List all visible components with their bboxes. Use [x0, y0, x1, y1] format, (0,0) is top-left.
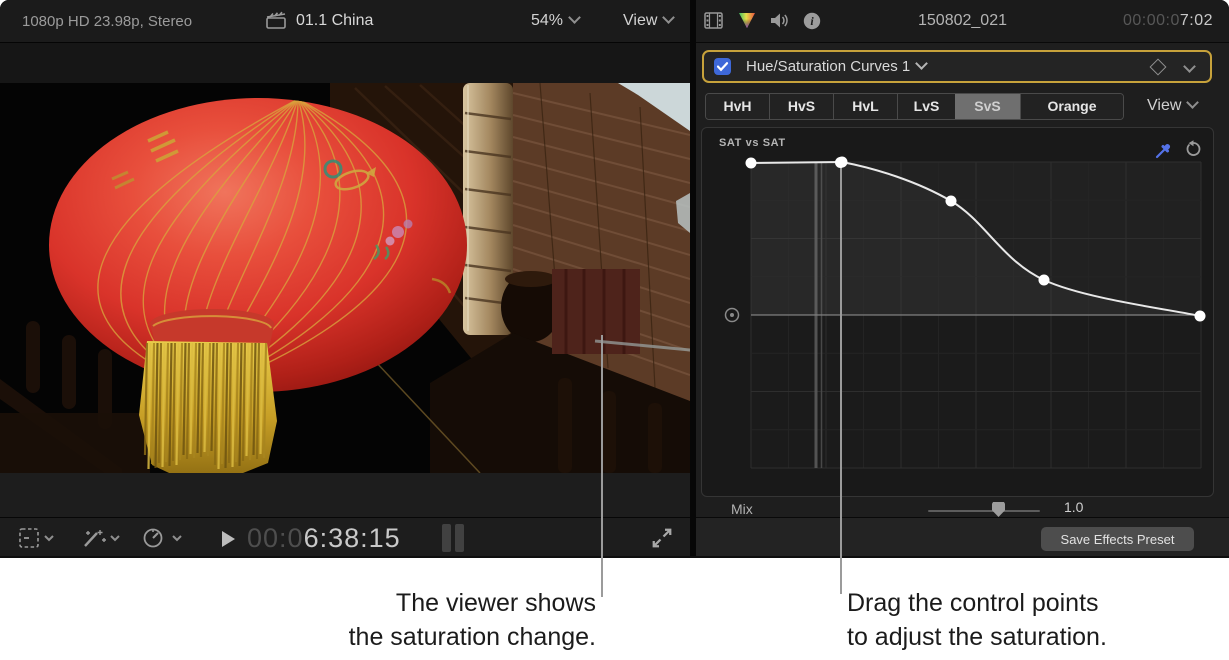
- viewer-toolbar: 00:06:38:15: [0, 517, 690, 558]
- play-button[interactable]: [222, 531, 235, 547]
- curve-title: SAT vs SAT: [719, 137, 786, 149]
- viewer-zoom-menu[interactable]: 54%: [531, 12, 579, 30]
- keyframe-diamond-icon[interactable]: [1150, 59, 1167, 76]
- window-bottom-edge: [0, 556, 1229, 558]
- viewer-pane: 1080p HD 23.98p, Stereo 01.1 China 54% V…: [0, 0, 690, 558]
- curve-editor[interactable]: [702, 128, 1213, 496]
- audio-meter-left[interactable]: [442, 524, 451, 552]
- viewer-view-menu[interactable]: View: [623, 12, 673, 30]
- chevron-down-icon: [568, 11, 581, 24]
- tab-orange[interactable]: Orange: [1020, 94, 1123, 119]
- mix-slider-track[interactable]: [928, 510, 1040, 512]
- tab-hvl[interactable]: HvL: [833, 94, 897, 119]
- mix-parameter-row: Mix 1.0: [696, 497, 1229, 517]
- clip-format-label: 1080p HD 23.98p, Stereo: [22, 13, 192, 30]
- sat-vs-sat-curve-panel: SAT vs SAT: [701, 127, 1214, 497]
- effect-row-hue-saturation-curves[interactable]: Hue/Saturation Curves 1: [702, 50, 1212, 83]
- viewer-clip-title: 01.1 China: [296, 12, 373, 30]
- mix-label: Mix: [731, 501, 753, 517]
- reset-curve-icon[interactable]: [1184, 140, 1202, 163]
- viewer-header: 1080p HD 23.98p, Stereo 01.1 China 54% V…: [0, 0, 690, 43]
- effect-name-menu[interactable]: Hue/Saturation Curves 1: [746, 58, 926, 75]
- chevron-down-icon: [915, 57, 928, 70]
- curves-view-menu[interactable]: View: [1147, 97, 1197, 115]
- effect-enabled-checkbox[interactable]: [714, 58, 731, 75]
- inspector-footer-bar: Save Effects Preset: [696, 517, 1229, 558]
- chevron-down-icon[interactable]: [1183, 60, 1196, 73]
- expand-viewer-icon[interactable]: [650, 526, 674, 555]
- inspector-timecode: 00:00:07:02: [1123, 12, 1213, 30]
- curve-control-point-3[interactable]: [1039, 275, 1050, 286]
- callout-line-control-point: [840, 163, 842, 594]
- tab-lvs[interactable]: LvS: [897, 94, 955, 119]
- mix-slider-thumb[interactable]: [992, 502, 1005, 517]
- curve-control-point-4[interactable]: [1195, 311, 1206, 322]
- viewer-background-strip: [0, 473, 690, 517]
- save-effects-preset-button[interactable]: Save Effects Preset: [1041, 527, 1194, 551]
- viewer-timecode[interactable]: 00:06:38:15: [247, 523, 401, 554]
- caption-control-points: Drag the control points to adjust the sa…: [847, 586, 1107, 654]
- curve-type-tabs: HvH HvS HvL LvS SvS Orange: [705, 93, 1124, 120]
- screenshot-root: 1080p HD 23.98p, Stereo 01.1 China 54% V…: [0, 0, 1229, 660]
- video-frame-lantern-scene: [0, 83, 690, 473]
- inspector-header: i 150802_021 00:00:07:02: [696, 0, 1229, 43]
- clapper-icon: [266, 11, 286, 35]
- retime-menu-button[interactable]: [142, 527, 184, 554]
- eyedropper-icon[interactable]: [1154, 140, 1174, 165]
- curve-control-point-2[interactable]: [946, 196, 957, 207]
- mix-value[interactable]: 1.0: [1064, 499, 1083, 515]
- tab-hvh[interactable]: HvH: [706, 94, 769, 119]
- range-selection-tool-button[interactable]: [18, 527, 54, 554]
- tab-hvs[interactable]: HvS: [769, 94, 833, 119]
- tab-svs-selected[interactable]: SvS: [955, 94, 1020, 119]
- callout-line-viewer: [601, 335, 603, 597]
- curve-control-point-highlight[interactable]: [835, 157, 846, 168]
- enhancements-wand-button[interactable]: [80, 527, 120, 554]
- audio-meter-right[interactable]: [455, 524, 464, 552]
- chevron-down-icon: [663, 11, 676, 24]
- fcp-window: 1080p HD 23.98p, Stereo 01.1 China 54% V…: [0, 0, 1229, 558]
- chevron-down-icon: [1187, 96, 1200, 109]
- caption-viewer: The viewer shows the saturation change.: [349, 586, 596, 654]
- color-inspector-pane: i 150802_021 00:00:07:02 Hue/Saturation …: [696, 0, 1229, 558]
- curve-control-point-0[interactable]: [746, 158, 757, 169]
